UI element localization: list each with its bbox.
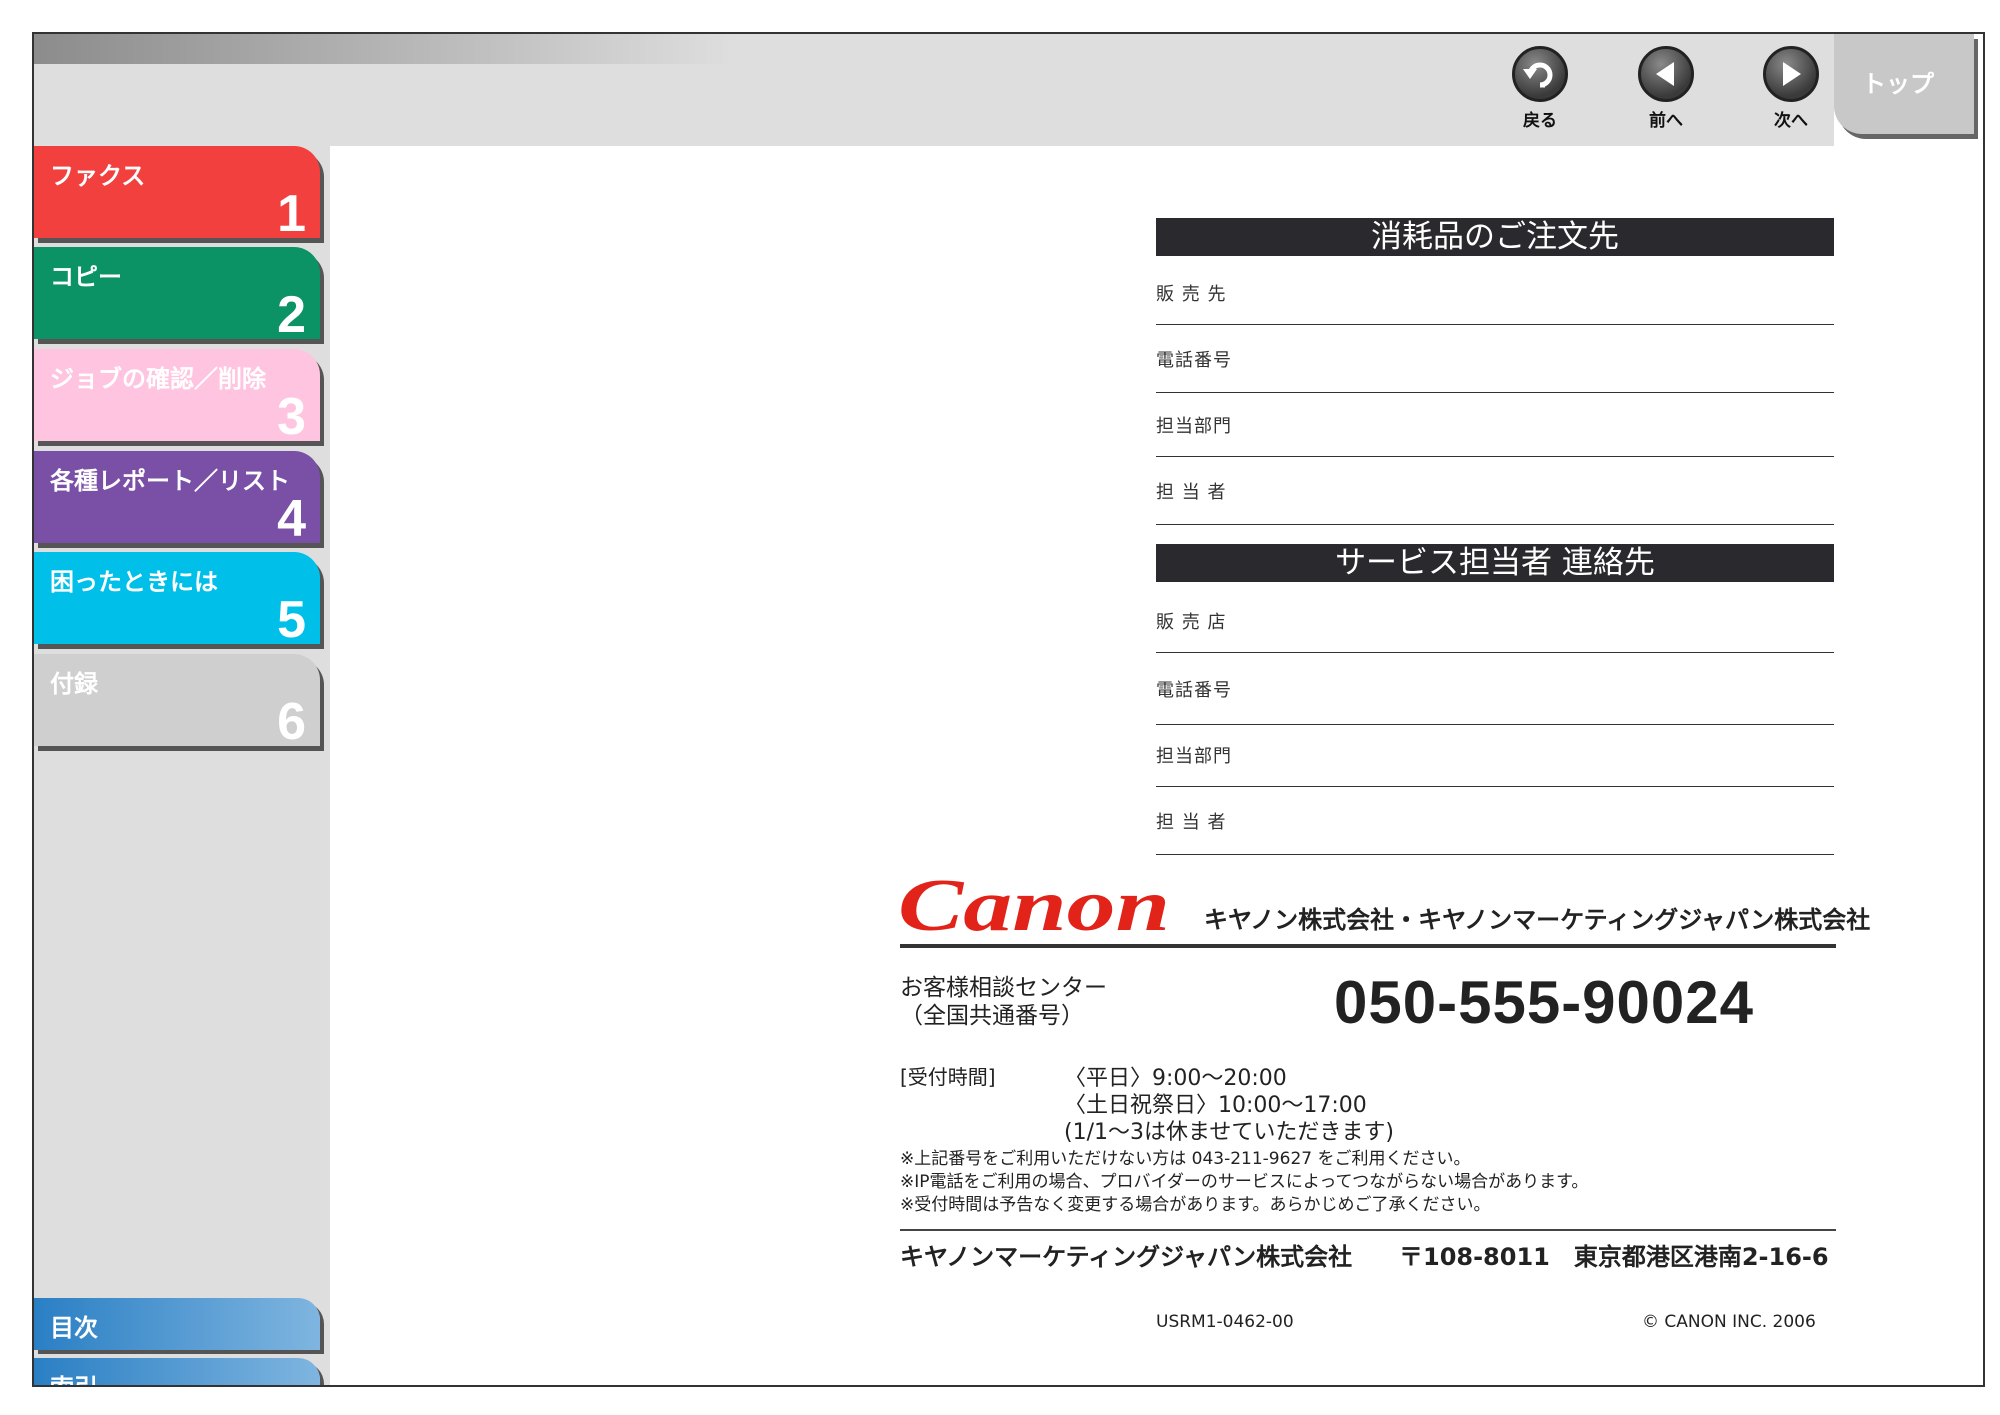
- supplies-heading: 消耗品のご注文先: [1156, 218, 1834, 256]
- field-label: 担 当 者: [1156, 812, 1227, 833]
- chapter-number: 5: [277, 591, 306, 649]
- note-line: ※IP電話をご利用の場合、プロバイダーのサービスによってつながらない場合がありま…: [900, 1172, 1589, 1192]
- hours-holiday: (1/1〜3は休ませていただきます): [1064, 1120, 1394, 1145]
- supplies-contact-row: 担 当 者: [1156, 478, 1834, 525]
- supplies-dealer-row: 販 売 先: [1156, 280, 1834, 325]
- service-phone-row: 電話番号: [1156, 676, 1834, 725]
- field-label: 担当部門: [1156, 746, 1232, 767]
- chapter-tab-job-status[interactable]: ジョブの確認／削除 3: [34, 349, 320, 446]
- chapter-title: コピー: [50, 263, 122, 291]
- chapter-tab-appendix[interactable]: 付録 6: [34, 654, 320, 751]
- chapter-sidebar: ファクス 1 コピー 2 ジョブの確認／削除 3 各種レポート／リスト 4 困っ…: [34, 146, 330, 1385]
- chapter-title: ジョブの確認／削除: [50, 365, 266, 393]
- support-center-subline: （全国共通番号）: [900, 1003, 1084, 1029]
- prev-button[interactable]: 前へ: [1626, 46, 1706, 131]
- chapter-title: ファクス: [50, 162, 146, 190]
- chapter-number: 3: [277, 388, 306, 446]
- company-address: 〒108-8011 東京都港区港南2-16-6: [1399, 1243, 1829, 1271]
- back-icon: [1512, 46, 1568, 102]
- left-arrow-icon: [1638, 46, 1694, 102]
- top-tab-label: トップ: [1862, 70, 1934, 98]
- hours-label: [受付時間]: [900, 1065, 996, 1089]
- index-label: 索引: [50, 1368, 98, 1385]
- chapter-tab-troubleshooting[interactable]: 困ったときには 5: [34, 552, 320, 649]
- canon-logo: Canon: [898, 865, 1188, 947]
- field-label: 担当部門: [1156, 416, 1232, 437]
- document-code: USRM1-0462-00: [1156, 1312, 1294, 1332]
- company-names: キヤノン株式会社・キヤノンマーケティングジャパン株式会社: [1204, 906, 1871, 934]
- service-dealer-row: 販 売 店: [1156, 608, 1834, 653]
- back-button[interactable]: 戻る: [1500, 46, 1580, 131]
- chapter-tab-copy[interactable]: コピー 2: [34, 247, 320, 344]
- chapter-tab-fax[interactable]: ファクス 1: [34, 146, 320, 243]
- next-button[interactable]: 次へ: [1751, 46, 1831, 131]
- contents-button[interactable]: 目次: [34, 1298, 320, 1350]
- supplies-phone-row: 電話番号: [1156, 346, 1834, 393]
- service-department-row: 担当部門: [1156, 742, 1834, 787]
- back-label: 戻る: [1523, 111, 1557, 131]
- next-label: 次へ: [1774, 111, 1808, 131]
- index-button[interactable]: 索引: [34, 1358, 320, 1385]
- note-line: ※上記番号をご利用いただけない方は 043-211-9627 をご利用ください。: [900, 1149, 1471, 1169]
- field-label: 電話番号: [1156, 350, 1232, 371]
- chapter-number: 1: [277, 185, 306, 243]
- chapter-title: 付録: [50, 670, 98, 698]
- field-label: 販 売 先: [1156, 284, 1227, 305]
- note-line: ※受付時間は予告なく変更する場合があります。あらかじめご了承ください。: [900, 1195, 1491, 1215]
- supplies-department-row: 担当部門: [1156, 412, 1834, 457]
- field-label: 電話番号: [1156, 680, 1232, 701]
- toolbar-gradient: [34, 34, 734, 64]
- chapter-title: 困ったときには: [50, 568, 218, 596]
- right-arrow-icon: [1763, 46, 1819, 102]
- chapter-number: 2: [277, 286, 306, 344]
- svg-text:Canon: Canon: [898, 874, 1170, 938]
- top-toolbar: 戻る 前へ 次へ: [34, 34, 1834, 146]
- copyright: © CANON INC. 2006: [1642, 1312, 1816, 1332]
- support-center-name: お客様相談センター （全国共通番号）: [900, 974, 1107, 1030]
- field-label: 担 当 者: [1156, 482, 1227, 503]
- field-label: 販 売 店: [1156, 612, 1227, 633]
- divider: [900, 944, 1836, 948]
- chapter-number: 6: [277, 693, 306, 751]
- support-center-line: お客様相談センター: [900, 975, 1107, 1001]
- company-name: キヤノンマーケティングジャパン株式会社: [900, 1243, 1353, 1271]
- service-contact-row: 担 当 者: [1156, 808, 1834, 855]
- chapter-tab-reports[interactable]: 各種レポート／リスト 4: [34, 451, 320, 548]
- prev-label: 前へ: [1649, 111, 1683, 131]
- chapter-title: 各種レポート／リスト: [50, 467, 290, 495]
- support-phone-number: 050-555-90024: [1334, 969, 1755, 1036]
- page-frame: 戻る 前へ 次へ トップ ファクス 1 コピー 2 ジョブの確認／削除 3 各種…: [32, 32, 1985, 1387]
- top-page-tab[interactable]: トップ: [1834, 34, 1974, 134]
- service-heading: サービス担当者 連絡先: [1156, 544, 1834, 582]
- contents-label: 目次: [50, 1314, 98, 1342]
- chapter-number: 4: [277, 490, 306, 548]
- divider: [900, 1229, 1836, 1231]
